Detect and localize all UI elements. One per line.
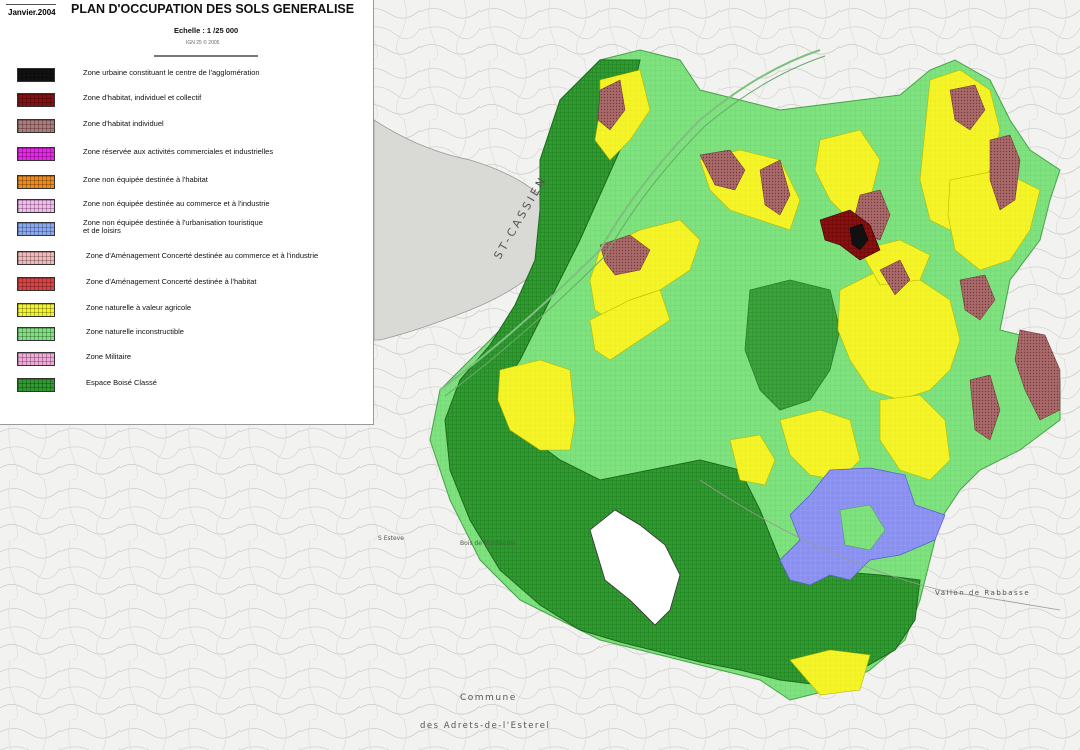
map-scale: Echelle : 1 /25 000: [174, 26, 239, 35]
legend-item: Zone naturelle inconstructible: [0, 327, 374, 343]
legend-swatch: [17, 303, 55, 317]
legend-label: Zone réservée aux activités commerciales…: [83, 148, 273, 156]
legend-swatch: [17, 68, 55, 82]
legend-swatch: [17, 378, 55, 392]
legend-label-line: Zone d'habitat individuel: [83, 119, 164, 128]
legend-item: Zone d'habitat individuel: [0, 119, 374, 135]
legend-date: Janvier.2004: [8, 8, 56, 17]
esteve-label: S Esteve: [378, 535, 404, 542]
legend-swatch: [17, 352, 55, 366]
legend-label-line: Zone naturelle à valeur agricole: [86, 303, 192, 312]
legend-label: Espace Boisé Classé: [86, 379, 157, 387]
legend-item: Zone réservée aux activités commerciales…: [0, 147, 374, 163]
legend-item: Zone non équipée destinée à l'habitat: [0, 175, 374, 191]
legend-label: Zone d'Aménagement Concerté destinée au …: [86, 252, 318, 260]
legend-swatch: [17, 119, 55, 133]
legend-label-line: Zone réservée aux activités commerciales…: [83, 147, 274, 156]
legend-swatch: [17, 277, 55, 291]
legend-label: Zone non équipée destinée à l'habitat: [83, 176, 208, 184]
legend-swatch: [17, 251, 55, 265]
legend-label: Zone d'Aménagement Concerté destinée à l…: [86, 278, 256, 286]
legend-label: Zone Militaire: [86, 353, 131, 361]
vallon-label: Vallon de Rabbasse: [935, 589, 1030, 597]
legend-label-line: Zone d'Aménagement Concerté destinée au …: [86, 251, 319, 260]
legend-item: Zone Militaire: [0, 352, 374, 368]
legend-label: Zone naturelle inconstructible: [86, 328, 184, 336]
legend-swatch: [17, 327, 55, 341]
legend-label: Zone naturelle à valeur agricole: [86, 304, 191, 312]
commune-label-2: des Adrets-de-l'Esterel: [420, 721, 550, 731]
legend-label-line: Zone urbaine constituant le centre de l'…: [83, 68, 260, 77]
legend-label: Zone non équipée destinée au commerce et…: [83, 200, 270, 208]
date-underline: [6, 4, 56, 5]
legend-label: Zone urbaine constituant le centre de l'…: [83, 69, 260, 77]
legend-item: Zone naturelle à valeur agricole: [0, 303, 374, 319]
legend-item: Zone d'Aménagement Concerté destinée au …: [0, 251, 374, 267]
legend-swatch: [17, 93, 55, 107]
map-title: PLAN D'OCCUPATION DES SOLS GENERALISE: [71, 2, 355, 16]
legend-label-line-2: et de loisirs: [83, 226, 121, 235]
legend-panel: Janvier.2004 PLAN D'OCCUPATION DES SOLS …: [0, 0, 374, 425]
legend-item: Zone non équipée destinée à l'urbanisati…: [0, 219, 374, 238]
legend-swatch: [17, 222, 55, 236]
legend-label-line: Zone d'habitat, individuel et collectif: [83, 93, 202, 102]
legend-rule: [154, 55, 258, 57]
legend-label-line: Zone d'Aménagement Concerté destinée à l…: [86, 277, 257, 286]
map-credit: IGN 25 © 2005: [186, 40, 220, 46]
bois-label: Bois de Montaurox: [460, 540, 516, 547]
legend-item: Zone urbaine constituant le centre de l'…: [0, 68, 374, 84]
legend-label: Zone non équipée destinée à l'urbanisati…: [83, 219, 263, 235]
legend-label-line: Zone naturelle inconstructible: [86, 327, 184, 336]
legend-swatch: [17, 199, 55, 213]
commune-label: Commune: [460, 693, 517, 703]
legend-item: Zone non équipée destinée au commerce et…: [0, 199, 374, 215]
legend-label-line: Zone non équipée destinée à l'habitat: [83, 175, 208, 184]
legend-label-line: Zone non équipée destinée au commerce et…: [83, 199, 270, 208]
legend-item: Zone d'habitat, individuel et collectif: [0, 93, 374, 109]
legend-swatch: [17, 175, 55, 189]
legend-item: Espace Boisé Classé: [0, 378, 374, 394]
legend-item: Zone d'Aménagement Concerté destinée à l…: [0, 277, 374, 293]
legend-label: Zone d'habitat, individuel et collectif: [83, 94, 201, 102]
legend-label: Zone d'habitat individuel: [83, 120, 164, 128]
legend-label-line: Espace Boisé Classé: [86, 378, 157, 387]
legend-swatch: [17, 147, 55, 161]
legend-label-line: Zone Militaire: [86, 352, 132, 361]
